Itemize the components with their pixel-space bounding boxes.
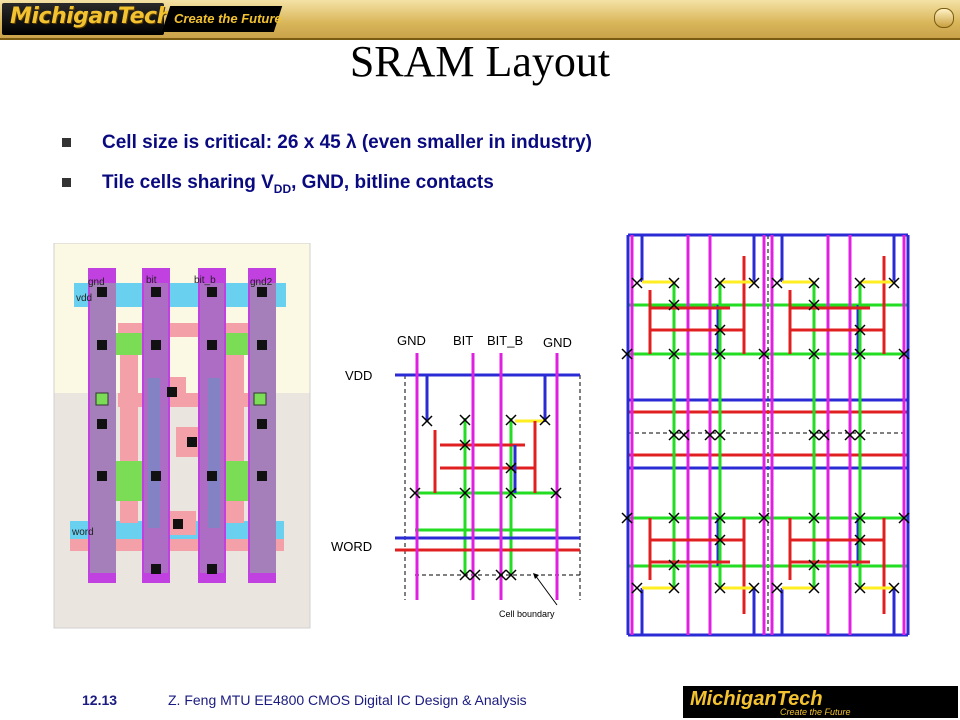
layout-label-gnd2: gnd2 — [250, 277, 273, 288]
slide-title: SRAM Layout — [349, 37, 611, 86]
stick-label-bit-b: BIT_B — [487, 333, 523, 348]
corner-ornament — [934, 8, 954, 28]
sram-stick-diagram: GND BIT BIT_B GND VDD WORD Cell boundary — [331, 333, 581, 619]
bullet-square-icon — [62, 178, 71, 187]
footer-logo-tagline: Create the Future — [780, 707, 851, 717]
bullet-text: Cell size is critical: 26 x 45 λ (even s… — [102, 132, 593, 153]
logo-text: MichiganTech — [10, 4, 172, 29]
slide-number: 12.13 — [82, 692, 118, 708]
stick-label-gnd: GND — [397, 333, 426, 348]
stick-label-boundary: Cell boundary — [499, 609, 555, 619]
tagline: Create the Future — [174, 11, 282, 26]
stick-label-vdd: VDD — [345, 368, 372, 383]
bullet-square-icon — [62, 138, 71, 147]
stick-label-gnd2: GND — [543, 335, 572, 350]
stick-label-word: WORD — [331, 539, 372, 554]
stick-label-bit: BIT — [453, 333, 473, 348]
sram-tiled-array — [621, 233, 910, 637]
layout-label-word: word — [71, 527, 94, 538]
bullet-text: Tile cells sharing VDD, GND, bitline con… — [102, 172, 494, 196]
layout-label-bit: bit — [146, 275, 157, 286]
layout-label-bit-b: bit_b — [194, 275, 216, 286]
layout-label-gnd: gnd — [88, 277, 105, 288]
sram-layout-image: gnd bit bit_b gnd2 vdd word — [48, 243, 314, 630]
layout-label-vdd: vdd — [76, 293, 92, 304]
footer-credit: Z. Feng MTU EE4800 CMOS Digital IC Desig… — [168, 692, 527, 708]
